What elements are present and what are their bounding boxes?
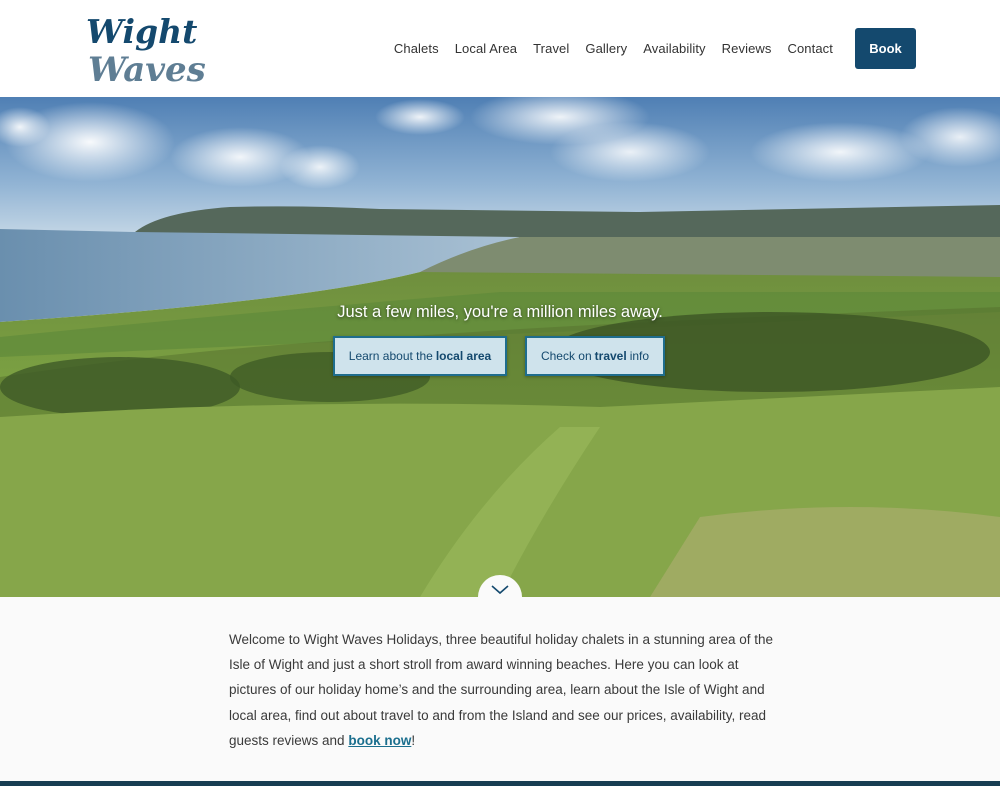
- intro-paragraph: Welcome to Wight Waves Holidays, three b…: [229, 627, 777, 753]
- travel-info-button[interactable]: Check on travel info: [525, 336, 665, 376]
- logo-image: Wight Waves: [86, 12, 206, 90]
- site-logo[interactable]: Wight Waves: [84, 10, 208, 90]
- nav-local-area[interactable]: Local Area: [455, 41, 517, 56]
- book-now-link[interactable]: book now: [348, 733, 411, 748]
- nav-chalets[interactable]: Chalets: [394, 41, 439, 56]
- nav-availability[interactable]: Availability: [643, 41, 705, 56]
- nav-gallery[interactable]: Gallery: [585, 41, 627, 56]
- travel-button-bold: travel: [594, 349, 627, 363]
- hero-banner: Just a few miles, you're a million miles…: [0, 97, 1000, 597]
- logo-line1: Wight: [86, 12, 197, 51]
- local-area-button-text: Learn about the: [348, 349, 433, 363]
- main-nav: Chalets Local Area Travel Gallery Availa…: [394, 28, 916, 69]
- nav-contact[interactable]: Contact: [787, 41, 833, 56]
- travel-button-suffix: info: [629, 349, 650, 363]
- intro-text: Welcome to Wight Waves Holidays, three b…: [229, 632, 774, 748]
- nav-travel[interactable]: Travel: [533, 41, 569, 56]
- footer-strip: [0, 781, 1000, 786]
- logo-line2: Waves: [88, 50, 206, 88]
- travel-button-text: Check on: [540, 349, 592, 363]
- nav-reviews[interactable]: Reviews: [722, 41, 772, 56]
- site-header: Wight Waves Chalets Local Area Travel Ga…: [0, 0, 1000, 97]
- hero-cta-group: Learn about the local area Check on trav…: [333, 336, 665, 376]
- local-area-button-bold: local area: [435, 349, 492, 363]
- intro-suffix: !: [411, 732, 416, 748]
- local-area-button[interactable]: Learn about the local area: [333, 336, 507, 376]
- chevron-down-icon: [491, 585, 509, 595]
- book-button[interactable]: Book: [855, 28, 916, 69]
- hero-tagline: Just a few miles, you're a million miles…: [337, 303, 663, 321]
